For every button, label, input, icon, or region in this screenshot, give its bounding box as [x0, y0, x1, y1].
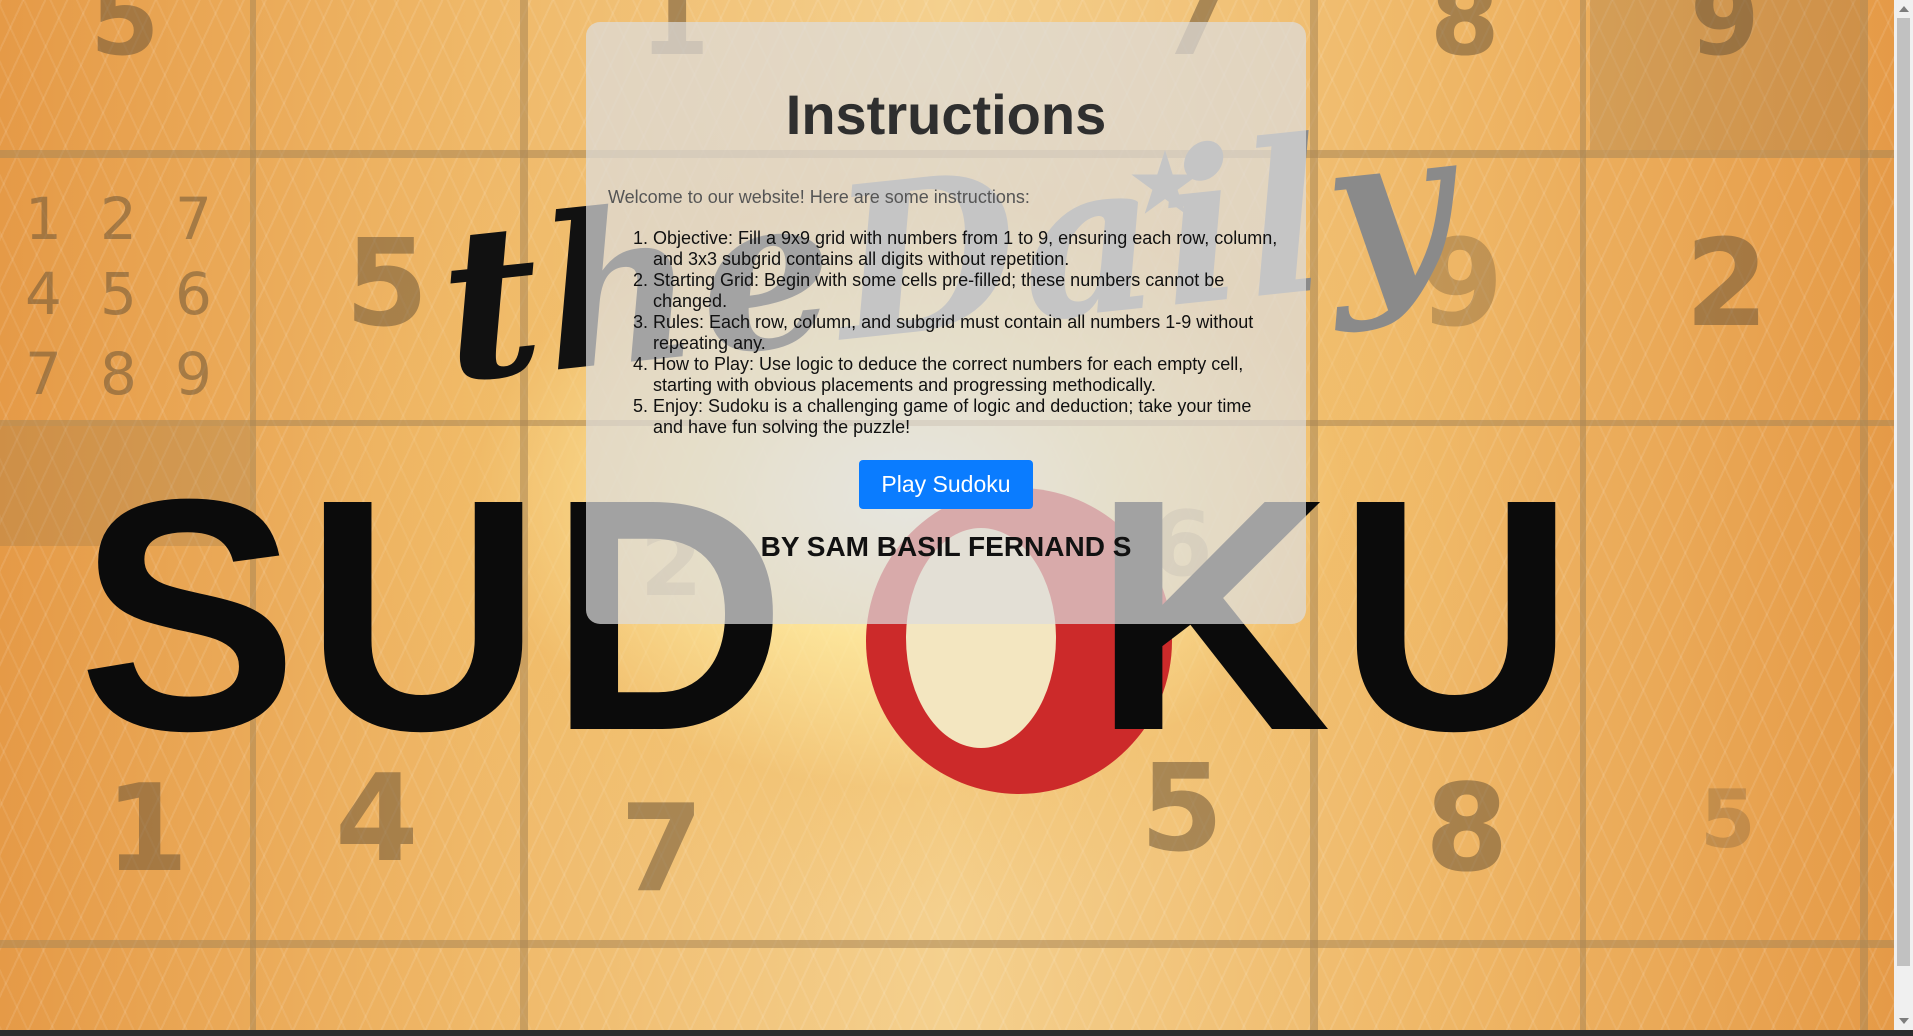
bg-digit: 7: [620, 780, 704, 919]
intro-text: Welcome to our website! Here are some in…: [608, 187, 1030, 207]
scroll-up-arrow-icon[interactable]: [1899, 6, 1909, 12]
window-bottom-edge: [0, 1030, 1913, 1036]
bg-candidate: 6: [175, 260, 212, 328]
bg-candidate: 2: [100, 185, 137, 253]
scroll-down-arrow-icon[interactable]: [1899, 1018, 1909, 1024]
instruction-item: How to Play: Use logic to deduce the cor…: [653, 354, 1284, 396]
bg-grid-line: [1860, 0, 1868, 1030]
bg-candidate: 9: [175, 340, 212, 408]
bg-digit: 5: [90, 0, 160, 78]
bg-candidate: 5: [100, 260, 137, 328]
play-sudoku-button[interactable]: Play Sudoku: [859, 460, 1033, 509]
bg-grid-line: [0, 940, 1894, 948]
bg-digit: 5: [345, 215, 429, 354]
bg-digit: 2: [1685, 215, 1769, 354]
instruction-item: Rules: Each row, column, and subgrid mus…: [653, 312, 1284, 354]
bg-digit: 5: [1700, 773, 1756, 866]
instruction-item: Objective: Fill a 9x9 grid with numbers …: [653, 228, 1284, 270]
instruction-item: Enjoy: Sudoku is a challenging game of l…: [653, 396, 1284, 438]
vertical-scrollbar[interactable]: [1894, 0, 1913, 1030]
instruction-item: Starting Grid: Begin with some cells pre…: [653, 270, 1284, 312]
bg-candidate: 7: [25, 340, 62, 408]
bg-candidate: 8: [100, 340, 137, 408]
bg-candidate: 7: [175, 185, 212, 253]
scrollbar-thumb[interactable]: [1897, 18, 1910, 966]
page-title: Instructions: [785, 83, 1107, 146]
bg-digit: 8: [1430, 0, 1500, 78]
bg-digit: 9: [1690, 0, 1760, 78]
author-credit: BY SAM BASIL FERNAND S: [760, 531, 1132, 562]
button-wrapper: Play Sudoku: [608, 460, 1284, 509]
instructions-list: Objective: Fill a 9x9 grid with numbers …: [608, 228, 1284, 438]
bg-candidate: 1: [25, 185, 62, 253]
instructions-panel: Instructions Welcome to our website! Her…: [586, 22, 1306, 624]
bg-candidate: 4: [25, 260, 62, 328]
